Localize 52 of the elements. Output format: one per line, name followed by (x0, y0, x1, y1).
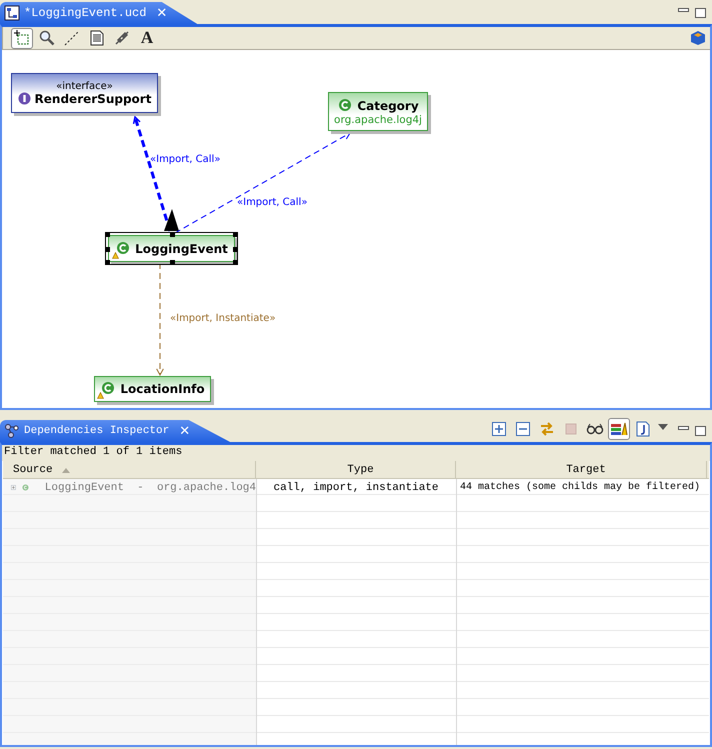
minimize-button[interactable] (678, 8, 689, 12)
books-icon (610, 421, 628, 437)
class-name: RendererSupport (34, 92, 152, 106)
text-tool-button[interactable]: A (136, 28, 158, 48)
maximize-button[interactable] (695, 426, 706, 436)
column-header[interactable]: Type (256, 461, 456, 478)
class-node[interactable]: Category org.apache.log4j (328, 92, 428, 131)
class-node[interactable]: LocationInfo (94, 376, 211, 402)
maximize-button[interactable] (695, 8, 706, 18)
filter-status: Filter matched 1 of 1 items (2, 445, 710, 461)
target-cell: 44 matches (some childs may be filtered) (460, 482, 700, 493)
close-icon[interactable]: ✕ (156, 6, 168, 20)
dependency-label: «Import, Call» (150, 154, 220, 165)
view-tab[interactable]: Dependencies Inspector ✕ (0, 420, 230, 442)
dependency-graph-icon (4, 423, 20, 439)
collapse-all-icon (516, 422, 530, 436)
search-icon (39, 30, 55, 46)
tab-title: *LoggingEvent.ucd (24, 6, 146, 20)
class-icon (337, 98, 354, 114)
marquee-tool-button[interactable] (11, 28, 33, 48)
dashed-line-icon (64, 30, 80, 46)
books-button[interactable] (608, 418, 630, 440)
expand-all-icon (492, 422, 506, 436)
interface-node[interactable]: «interface» RendererSupport (11, 73, 158, 113)
interface-icon (18, 92, 31, 105)
dependency-label: «Import, Call» (237, 197, 308, 208)
editor-tab[interactable]: *LoggingEvent.ucd ✕ (0, 2, 198, 24)
source-cell: LoggingEvent - org.apache.log4 (44, 482, 256, 494)
minimize-button[interactable] (678, 426, 689, 430)
class-icon (100, 381, 116, 397)
cube-icon[interactable] (690, 30, 706, 46)
close-icon[interactable]: ✕ (179, 424, 190, 438)
column-header[interactable]: Source (3, 461, 256, 478)
class-node[interactable]: LoggingEvent (108, 235, 235, 262)
class-name: LoggingEvent (135, 242, 228, 256)
class-name: LocationInfo (120, 382, 205, 396)
stop-icon (564, 422, 578, 436)
glasses-icon (586, 423, 604, 435)
chain-link-icon (114, 30, 130, 46)
class-name: Category (357, 98, 419, 112)
note-icon (90, 30, 104, 46)
tab-title: Dependencies Inspector (24, 425, 170, 437)
column-header[interactable]: Target (456, 461, 707, 478)
diagram-icon (4, 5, 20, 21)
stereotype-label: «interface» (56, 80, 113, 92)
type-cell: call, import, instantiate (273, 482, 439, 494)
sync-arrows-icon (539, 421, 555, 437)
marquee-select-icon (13, 29, 31, 47)
document-icon (636, 421, 650, 437)
dependency-label: «Import, Instantiate» (170, 313, 276, 324)
package-name: org.apache.log4j (334, 114, 422, 126)
class-icon (115, 240, 132, 256)
